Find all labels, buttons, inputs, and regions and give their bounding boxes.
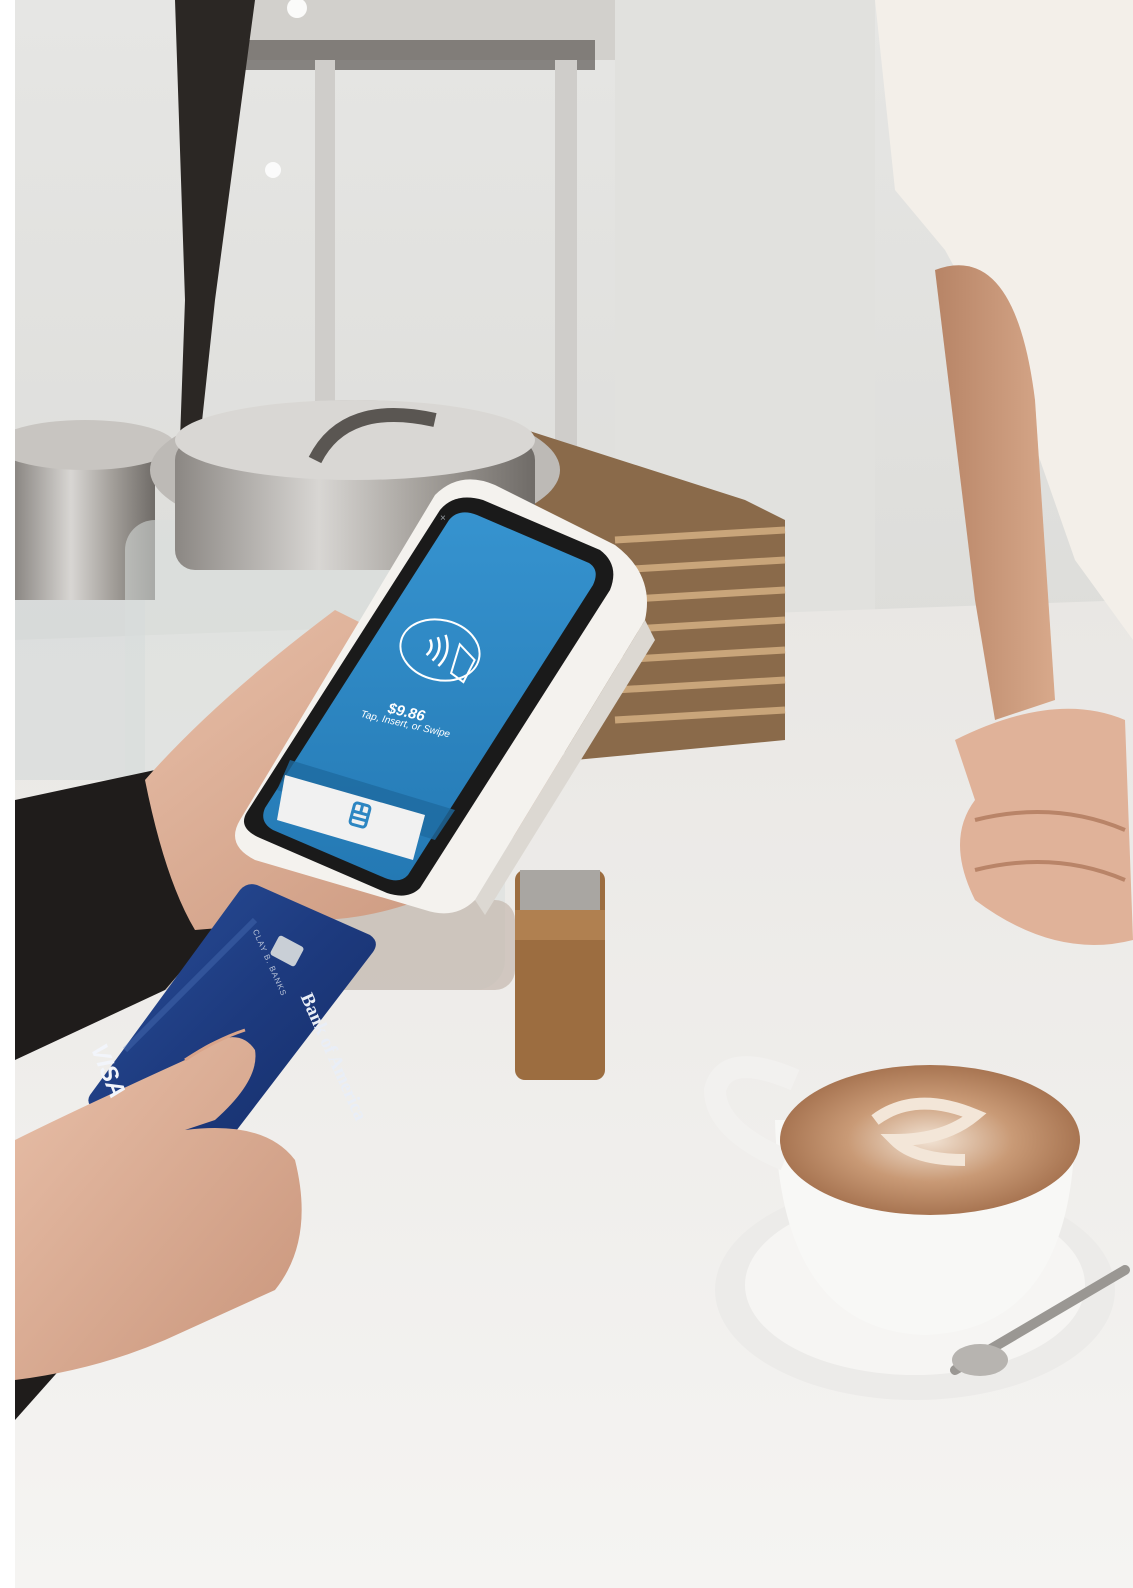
photo: × $9.86 Tap, Insert, or Swipe Bank of Am… [15,0,1133,1588]
photo-scene: × $9.86 Tap, Insert, or Swipe Bank of Am… [0,0,1133,1588]
photo-illustration [15,0,1133,1588]
close-icon: × [440,513,446,524]
spice-jar [515,870,605,1080]
